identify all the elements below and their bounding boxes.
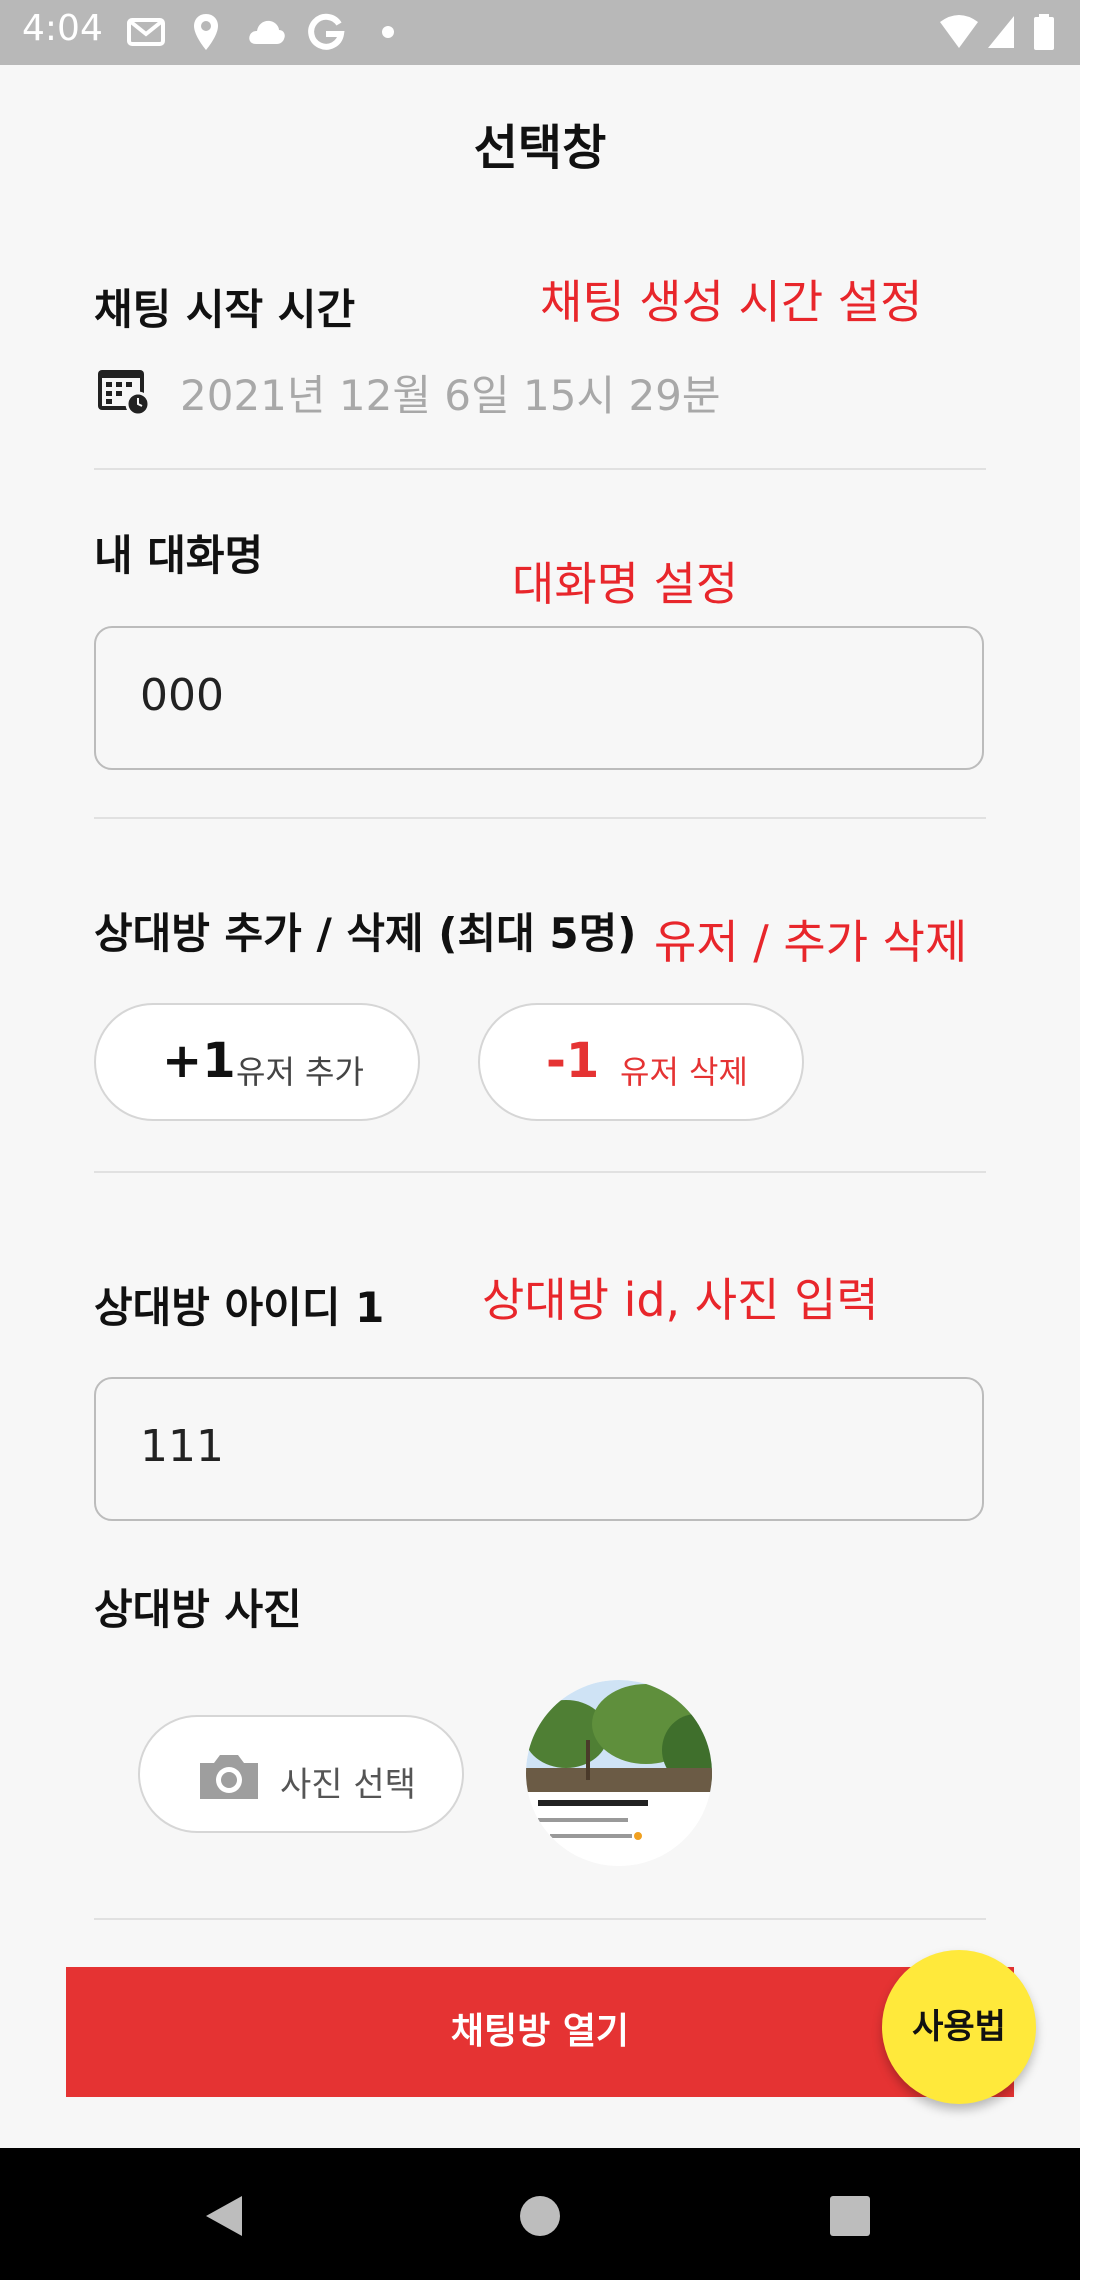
signal-icon <box>988 16 1014 48</box>
users-label: 상대방 추가 / 삭제 (최대 5명) <box>94 909 637 958</box>
navigation-bar <box>0 2148 1080 2280</box>
status-bar: 4:04 <box>0 0 1080 65</box>
divider <box>94 1171 986 1173</box>
wifi-icon <box>940 15 978 48</box>
help-fab-button[interactable]: 사용법 <box>882 1950 1036 2104</box>
back-icon[interactable] <box>204 2194 244 2238</box>
chat-start-label: 채팅 시작 시간 <box>94 285 356 334</box>
google-icon <box>308 13 345 50</box>
partner-photo-thumbnail[interactable] <box>526 1680 712 1866</box>
my-name-label: 내 대화명 <box>94 531 264 580</box>
remove-user-button[interactable]: -1 유저 삭제 <box>478 1003 804 1121</box>
add-user-count: +1 <box>162 1033 236 1089</box>
open-chat-button[interactable]: 채팅방 열기 <box>66 1967 1014 2097</box>
divider <box>94 817 986 819</box>
recents-icon[interactable] <box>828 2194 872 2238</box>
my-name-value: 000 <box>140 670 224 721</box>
dot-icon <box>382 26 394 38</box>
home-icon[interactable] <box>518 2194 562 2238</box>
chat-start-datetime[interactable]: 2021년 12월 6일 15시 29분 <box>180 362 721 423</box>
partner-annotation: 상대방 id, 사진 입력 <box>482 1273 879 1327</box>
remove-user-count: -1 <box>546 1033 600 1089</box>
partner-id-input[interactable]: 111 <box>94 1377 984 1521</box>
my-name-annotation: 대화명 설정 <box>512 557 739 611</box>
divider <box>94 1918 986 1920</box>
add-user-button[interactable]: +1 유저 추가 <box>94 1003 420 1121</box>
users-annotation: 유저 / 추가 삭제 <box>654 915 968 969</box>
location-icon <box>194 14 218 50</box>
partner-id-label: 상대방 아이디 1 <box>94 1283 385 1332</box>
divider <box>94 468 986 470</box>
calendar-clock-icon[interactable] <box>96 366 152 416</box>
page-title: 선택창 <box>473 120 607 176</box>
remove-user-label: 유저 삭제 <box>620 1053 748 1091</box>
my-name-input[interactable]: 000 <box>94 626 984 770</box>
partner-photo-label: 상대방 사진 <box>94 1585 302 1634</box>
gmail-icon <box>127 18 165 46</box>
status-time: 4:04 <box>22 8 103 49</box>
select-photo-button[interactable]: 사진 선택 <box>138 1715 464 1833</box>
partner-id-value: 111 <box>140 1421 224 1472</box>
camera-icon <box>200 1755 258 1799</box>
app-screen: 4:04 선택창 채팅 시작 시간 채팅 생성 시간 설정 2021년 12월 … <box>0 0 1080 2280</box>
add-user-label: 유저 추가 <box>236 1053 364 1091</box>
cloud-icon <box>249 20 285 44</box>
select-photo-label: 사진 선택 <box>280 1765 416 1805</box>
partner-photo-image <box>526 1680 712 1866</box>
battery-icon <box>1034 14 1054 50</box>
chat-start-annotation: 채팅 생성 시간 설정 <box>540 275 923 329</box>
screenshot-margin <box>1080 0 1114 2280</box>
